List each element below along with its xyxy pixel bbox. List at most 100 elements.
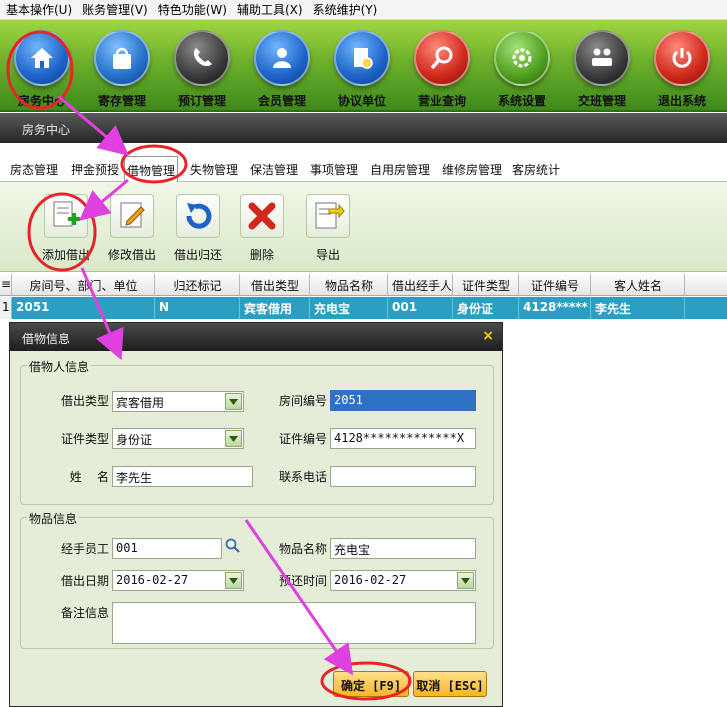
cell-id-type: 身份证	[453, 297, 519, 319]
toolbar-booking-button[interactable]: 预订管理	[162, 20, 242, 112]
toolbar-room-center-button[interactable]: 房务中心	[2, 20, 82, 112]
handler-value: 001	[116, 541, 138, 555]
cancel-button[interactable]: 取消 [ESC]	[413, 671, 487, 697]
tab-bar: 房态管理 押金预授 借物管理 失物管理 保洁管理 事项管理 自用房管理 维修房管…	[0, 148, 727, 182]
menu-maintenance[interactable]: 系统维护(Y)	[313, 1, 378, 18]
cell-returned: N	[155, 297, 240, 319]
dialog-titlebar[interactable]: 借物信息 ×	[10, 323, 502, 351]
col-header[interactable]: 客人姓名	[591, 274, 685, 296]
tab-deposit[interactable]: 押金预授	[69, 158, 121, 180]
room-number-value: 2051	[334, 393, 363, 407]
return-borrow-button[interactable]: 借出归还	[167, 194, 229, 268]
col-header-filler	[685, 274, 727, 296]
tab-borrow[interactable]: 借物管理	[124, 156, 179, 182]
toolbar-agreement-button[interactable]: 协议单位	[322, 20, 402, 112]
id-number-input[interactable]: 4128*************X	[330, 428, 476, 449]
col-header[interactable]: 证件编号	[519, 274, 591, 296]
tab-self-use-room[interactable]: 自用房管理	[368, 158, 432, 180]
menu-accounts[interactable]: 账务管理(V)	[82, 1, 148, 18]
id-type-select[interactable]: 身份证	[112, 428, 244, 449]
contract-icon	[334, 30, 390, 86]
col-header[interactable]: 借出经手人	[388, 274, 453, 296]
gear-icon	[494, 30, 550, 86]
toolbar-storage-button[interactable]: 寄存管理	[82, 20, 162, 112]
chevron-down-icon[interactable]	[225, 430, 242, 447]
menu-features[interactable]: 特色功能(W)	[158, 1, 227, 18]
button-label: 添加借出	[41, 248, 90, 262]
remark-textarea[interactable]	[112, 602, 476, 644]
home-icon	[14, 30, 70, 86]
toolbar-shift-button[interactable]: 交班管理	[562, 20, 642, 112]
row-number: 1	[0, 297, 12, 319]
col-header[interactable]: 物品名称	[310, 274, 388, 296]
chevron-down-icon[interactable]	[225, 572, 242, 589]
borrow-toolbar: 添加借出 修改借出 借出归还 删除 导出	[0, 182, 727, 272]
dialog-title: 借物信息	[22, 332, 71, 346]
tab-cleaning[interactable]: 保洁管理	[248, 158, 300, 180]
group-title: 物品信息	[27, 510, 80, 527]
borrow-date-picker[interactable]: 2016-02-27	[112, 570, 244, 591]
table-row[interactable]: 1 2051 N 宾客借用 充电宝 001 身份证 4128***** 李先生	[0, 297, 727, 319]
col-header[interactable]: 借出类型	[240, 274, 310, 296]
phone-icon	[174, 30, 230, 86]
grid-header: ≡ 房间号、部门、单位 归还标记 借出类型 物品名称 借出经手人 证件类型 证件…	[0, 274, 727, 296]
tab-room-status[interactable]: 房态管理	[8, 158, 60, 180]
item-name-input[interactable]: 充电宝	[330, 538, 476, 559]
handover-icon	[574, 30, 630, 86]
lookup-search-icon[interactable]	[224, 537, 242, 555]
borrower-info-group: 借物人信息 借出类型 宾客借用 房间编号 2051 证件类型 身份证 证件编号 …	[20, 358, 494, 505]
search-icon	[414, 30, 470, 86]
button-label: 导出	[315, 248, 340, 262]
member-icon	[254, 30, 310, 86]
item-info-group: 物品信息 经手员工 001 物品名称 充电宝 借出日期 2016-02-27 预…	[20, 510, 494, 649]
tab-matters[interactable]: 事项管理	[308, 158, 360, 180]
button-label: 修改借出	[107, 248, 156, 262]
edit-borrow-button[interactable]: 修改借出	[101, 194, 163, 268]
phone-input[interactable]	[330, 466, 476, 487]
menu-tools[interactable]: 辅助工具(X)	[237, 1, 303, 18]
toolbar-label: 预订管理	[177, 94, 226, 108]
handler-input[interactable]: 001	[112, 538, 222, 559]
tab-lost-found[interactable]: 失物管理	[188, 158, 240, 180]
cell-id-number: 4128*****	[519, 297, 591, 319]
cell-item-name: 充电宝	[310, 297, 388, 319]
close-icon[interactable]: ×	[482, 328, 494, 344]
grid-menu-icon[interactable]: ≡	[0, 274, 12, 296]
tab-repair-room[interactable]: 维修房管理	[440, 158, 504, 180]
name-input[interactable]: 李先生	[112, 466, 253, 487]
export-button[interactable]: 导出	[297, 194, 359, 268]
item-name-label: 物品名称	[278, 542, 327, 556]
toolbar-business-query-button[interactable]: 营业查询	[402, 20, 482, 112]
room-number-input[interactable]: 2051	[330, 390, 476, 411]
col-header[interactable]: 房间号、部门、单位	[12, 274, 155, 296]
toolbar-exit-button[interactable]: 退出系统	[642, 20, 722, 112]
id-number-value: 4128*************X	[334, 431, 465, 445]
col-header[interactable]: 证件类型	[453, 274, 519, 296]
toolbar-label: 系统设置	[497, 94, 546, 108]
toolbar-label: 会员管理	[257, 94, 306, 108]
add-borrow-button[interactable]: 添加借出	[35, 194, 97, 268]
delete-borrow-button[interactable]: 删除	[231, 194, 293, 268]
power-icon	[654, 30, 710, 86]
return-date-picker[interactable]: 2016-02-27	[330, 570, 476, 591]
chevron-down-icon[interactable]	[225, 393, 242, 410]
toolbar-label: 寄存管理	[97, 94, 146, 108]
toolbar-member-button[interactable]: 会员管理	[242, 20, 322, 112]
toolbar-label: 交班管理	[577, 94, 626, 108]
tab-room-stats[interactable]: 客房统计	[510, 158, 562, 180]
col-header[interactable]: 归还标记	[155, 274, 240, 296]
chevron-down-icon[interactable]	[457, 572, 474, 589]
group-title: 借物人信息	[27, 358, 92, 375]
name-value: 李先生	[116, 471, 153, 485]
cell-handler: 001	[388, 297, 453, 319]
return-icon	[176, 194, 220, 238]
confirm-button[interactable]: 确定 [F9]	[333, 671, 409, 697]
handler-label: 经手员工	[60, 542, 109, 556]
menu-basic[interactable]: 基本操作(U)	[6, 1, 72, 18]
section-title-bar: 房务中心	[0, 113, 727, 143]
phone-label: 联系电话	[278, 470, 327, 484]
bag-icon	[94, 30, 150, 86]
export-icon	[306, 194, 350, 238]
toolbar-settings-button[interactable]: 系统设置	[482, 20, 562, 112]
borrow-type-select[interactable]: 宾客借用	[112, 391, 244, 412]
